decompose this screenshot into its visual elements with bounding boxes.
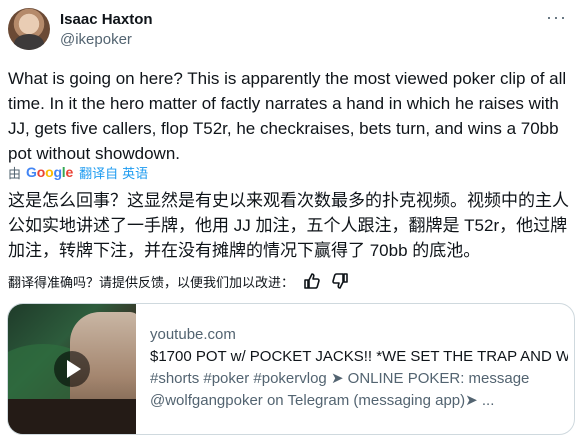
card-description: #shorts #poker #pokervlog ➤ ONLINE POKER… [150,370,530,409]
video-thumbnail[interactable] [8,304,136,434]
author-name[interactable]: Isaac Haxton [60,11,153,28]
translated-text: 这是怎么回事？这显然是有史以来观看次数最多的扑克视频。视频中的主人公如实地讲述了… [8,191,569,260]
tweet-text: What is going on here? This is apparentl… [8,69,567,163]
feedback-prompt: 翻译得准确吗？请提供反馈，以便我们加以改进： [8,274,295,290]
translated-by-label: 由 [8,165,22,181]
author-handle[interactable]: @ikepoker [60,31,132,48]
card-body: youtube.com $1700 POT w/ POCKET JACKS!! … [150,324,568,412]
translation-feedback: 翻译得准确吗？请提供反馈，以便我们加以改进： [8,271,350,291]
author-avatar[interactable] [8,8,50,50]
source-language-link[interactable]: 英语 [122,163,148,182]
translation-attribution: 由 Google 翻译自 英语 [8,163,148,181]
thumbs-up-icon[interactable] [302,271,322,291]
link-preview-card[interactable]: youtube.com $1700 POT w/ POCKET JACKS!! … [7,303,575,435]
card-title[interactable]: $1700 POT w/ POCKET JACKS!! *WE SET THE … [150,346,568,368]
google-logo: Google [26,164,74,180]
more-options-button[interactable]: ··· [546,7,567,28]
card-domain: youtube.com [150,326,236,343]
translated-from-label: 翻译自 [79,165,119,181]
play-icon[interactable] [54,351,90,387]
thumbs-down-icon[interactable] [330,271,350,291]
